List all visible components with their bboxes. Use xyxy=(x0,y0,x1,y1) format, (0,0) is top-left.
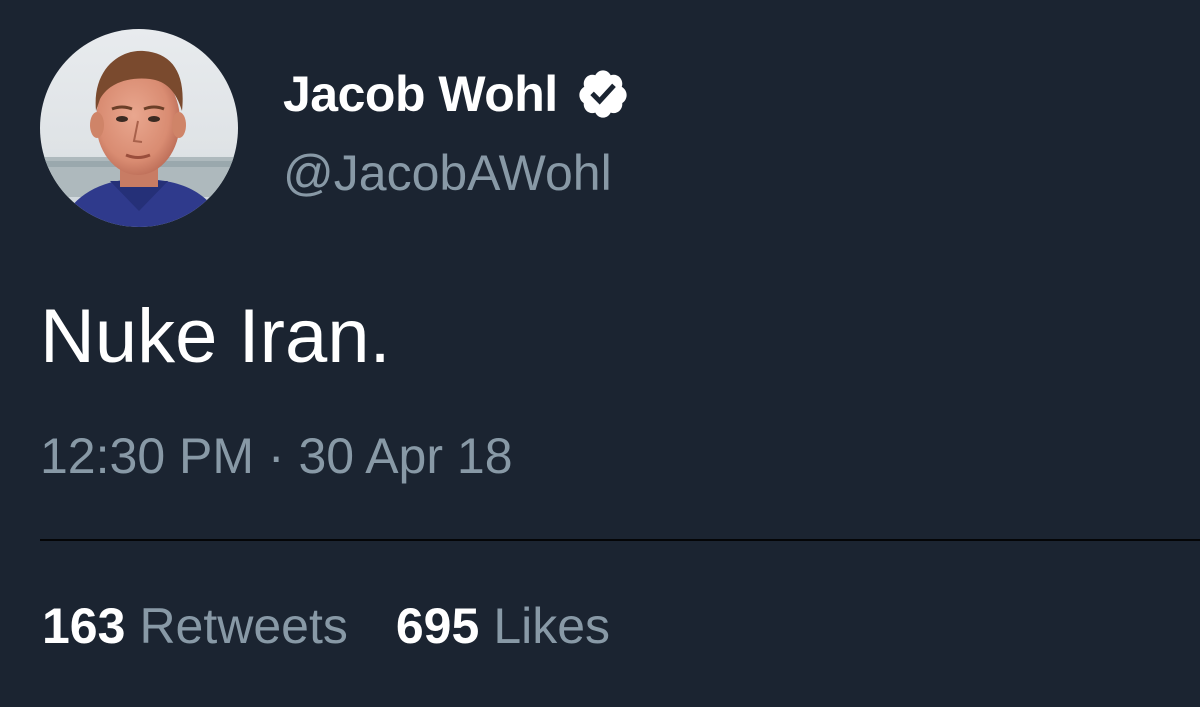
tweet-text: Nuke Iran. xyxy=(40,294,391,379)
avatar[interactable] xyxy=(40,29,238,227)
likes-label: Likes xyxy=(493,598,611,654)
author-row: Jacob Wohl xyxy=(283,66,630,122)
engagement-stats: 163 Retweets 695 Likes xyxy=(42,596,610,656)
verified-badge-icon xyxy=(576,67,630,121)
divider xyxy=(40,539,1200,541)
retweets-stat[interactable]: 163 Retweets xyxy=(42,596,348,656)
tweet-timestamp[interactable]: 12:30 PM · 30 Apr 18 xyxy=(40,426,513,486)
tweet-card: Jacob Wohl @JacobAWohl Nuke Iran. 12:30 … xyxy=(0,0,1200,707)
retweets-count: 163 xyxy=(42,598,126,654)
user-handle[interactable]: @JacobAWohl xyxy=(283,144,612,202)
likes-stat[interactable]: 695 Likes xyxy=(396,596,610,656)
display-name[interactable]: Jacob Wohl xyxy=(283,66,558,122)
likes-count: 695 xyxy=(395,598,480,654)
retweets-label: Retweets xyxy=(139,598,348,654)
avatar-photo xyxy=(40,29,238,227)
